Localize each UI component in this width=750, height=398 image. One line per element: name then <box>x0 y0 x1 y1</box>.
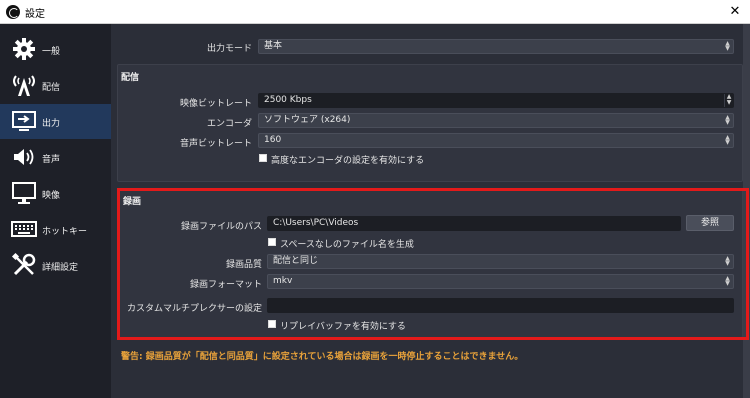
window-title: 設定 <box>25 9 45 20</box>
title-bar: 設定 ✕ <box>0 0 750 24</box>
advanced-encoder-checkbox-label: 高度なエンコーダの設定を有効にする <box>271 156 425 166</box>
sidebar-item-stream[interactable]: 配信 <box>0 68 111 103</box>
sidebar-item-hotkeys[interactable]: ホットキー <box>0 212 111 247</box>
sidebar-item-label: 一般 <box>42 47 61 57</box>
speaker-icon <box>14 149 34 165</box>
output-mode-select[interactable]: 基本 ▲ ▼ <box>258 39 734 54</box>
sidebar-item-label: 出力 <box>42 119 61 129</box>
audio-bitrate-select[interactable]: 160 ▲ ▼ <box>258 133 734 148</box>
video-bitrate-spinbox[interactable]: 2500 Kbps ▲ ▼ <box>258 93 734 108</box>
output-mode-label: 出力モード <box>206 44 252 54</box>
advanced-encoder-checkbox[interactable]: 高度なエンコーダの設定を有効にする <box>259 153 459 166</box>
gear-icon <box>13 38 35 60</box>
sidebar-item-advanced[interactable]: 詳細設定 <box>0 248 111 283</box>
sidebar-item-output[interactable]: 出力 <box>0 104 111 139</box>
tools-icon <box>11 252 36 276</box>
sidebar-item-general[interactable]: 一般 <box>0 32 111 67</box>
sidebar-item-label: 配信 <box>42 83 61 93</box>
chevron-updown-icon: ▲ ▼ <box>725 134 730 146</box>
encoder-value: ソフトウェア (x264) <box>264 115 351 125</box>
obs-logo-icon <box>6 5 20 19</box>
output-mode-value: 基本 <box>264 41 283 51</box>
encoder-select[interactable]: ソフトウェア (x264) ▲ ▼ <box>258 113 734 128</box>
checkbox-box[interactable] <box>259 154 267 162</box>
sidebar-item-label: 詳細設定 <box>42 263 79 273</box>
audio-bitrate-label: 音声ビットレート <box>179 139 252 149</box>
recording-highlight-frame <box>117 188 749 340</box>
video-bitrate-value: 2500 Kbps <box>264 95 312 105</box>
sidebar-item-video[interactable]: 映像 <box>0 176 111 211</box>
sidebar-item-label: ホットキー <box>42 227 88 237</box>
encoder-label: エンコーダ <box>206 119 252 129</box>
sidebar-item-label: 音声 <box>42 155 61 165</box>
spin-arrows-icon[interactable]: ▲ ▼ <box>724 94 733 107</box>
audio-bitrate-value: 160 <box>264 135 282 145</box>
close-button[interactable]: ✕ <box>720 0 750 23</box>
sidebar-item-label: 映像 <box>42 191 61 201</box>
settings-sidebar: 一般 配信 出力 音声 映像 ホットキー 詳細設定 <box>0 24 111 398</box>
warning-message: 警告: 録画品質が「配信と同品質」に設定されている場合は録画を一時停止することは… <box>121 352 524 362</box>
monitor-icon <box>12 182 36 204</box>
chevron-updown-icon: ▲ ▼ <box>725 114 730 126</box>
video-bitrate-label: 映像ビットレート <box>179 99 252 109</box>
output-icon <box>12 111 36 131</box>
streaming-group-title: 配信 <box>121 73 140 83</box>
sidebar-item-audio[interactable]: 音声 <box>0 140 111 175</box>
chevron-updown-icon: ▲ ▼ <box>725 40 730 52</box>
keyboard-icon <box>11 221 37 237</box>
broadcast-icon <box>13 75 35 96</box>
